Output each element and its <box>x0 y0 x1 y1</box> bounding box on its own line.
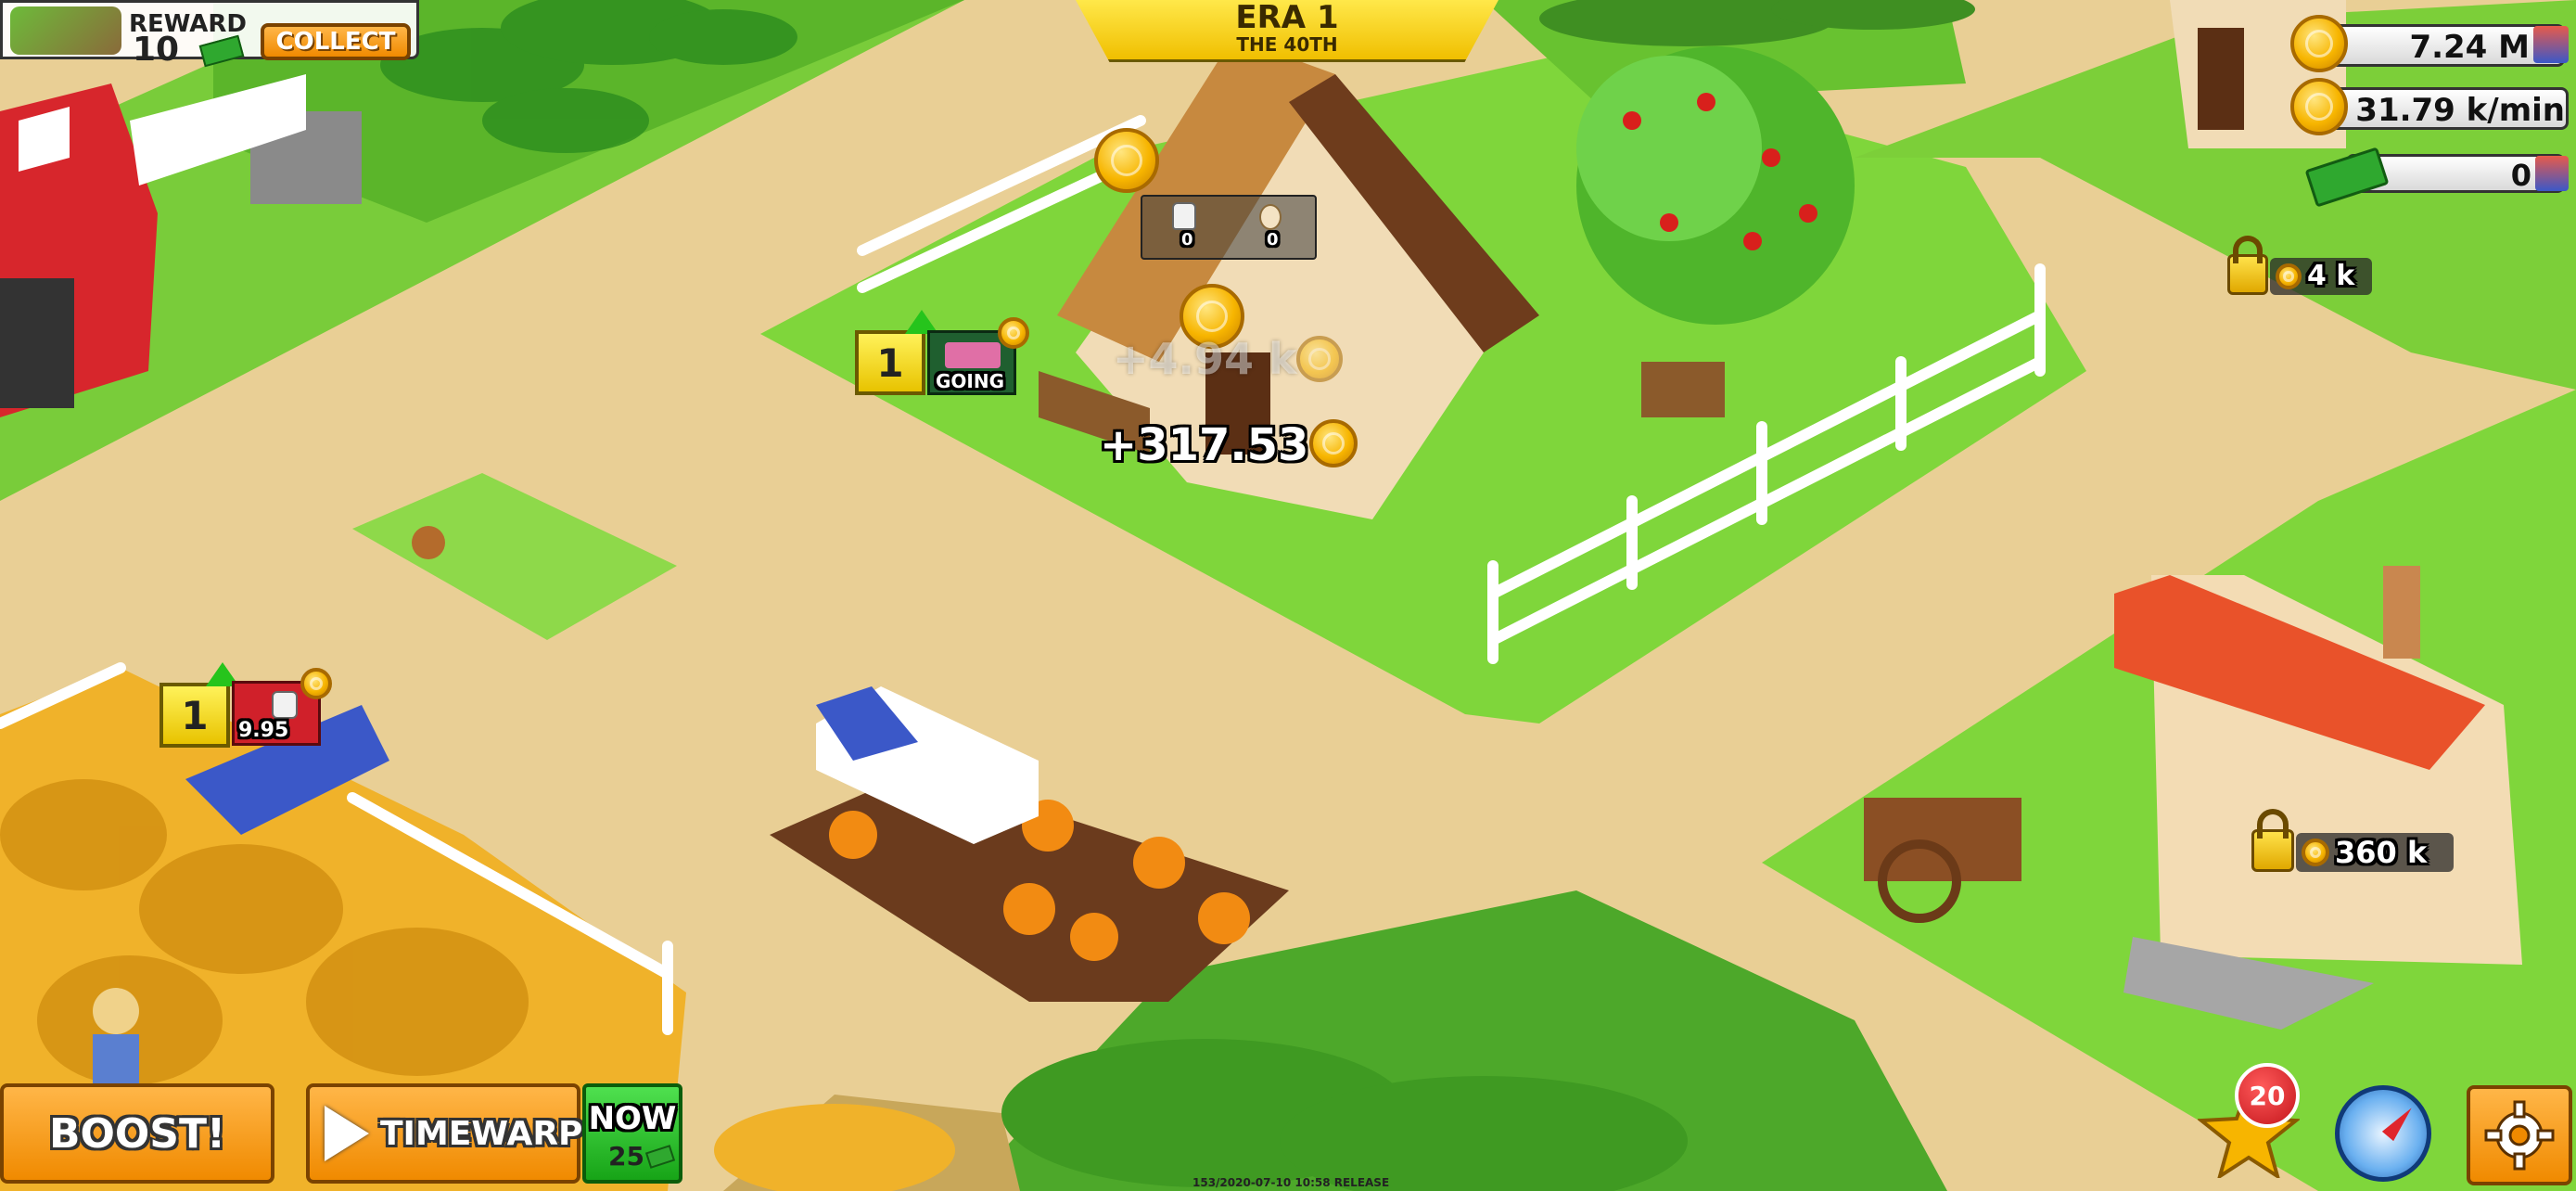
income-popup: +317.53 <box>1100 419 1309 471</box>
egg-icon <box>1259 204 1282 230</box>
wheat-level: 1 <box>181 692 209 738</box>
milk-icon <box>1172 202 1196 230</box>
income-rate-counter: 31.79 k/min <box>2290 78 2569 135</box>
notification-badge: 20 <box>2235 1063 2300 1128</box>
coin-icon <box>998 317 1029 349</box>
shop-icon <box>2535 156 2569 191</box>
coins-counter[interactable]: 7.24 M <box>2290 15 2569 72</box>
lock-price: 360 k <box>2335 835 2428 870</box>
now-label: NOW <box>588 1100 677 1137</box>
achievements-star-button[interactable]: 20 <box>2198 1063 2300 1178</box>
reward-panel: REWARD 10 COLLECT <box>0 0 419 69</box>
settings-button[interactable] <box>2467 1085 2572 1185</box>
compass-icon <box>2381 1103 2417 1142</box>
egg-count: 0 <box>1267 230 1279 250</box>
farm-scene <box>0 0 2576 1191</box>
collect-label: COLLECT <box>275 28 396 56</box>
cash-counter[interactable]: 0 <box>2304 147 2569 208</box>
cash-value: 0 <box>2510 158 2531 193</box>
collect-coin-icon[interactable] <box>1094 128 1159 193</box>
locked-plot-upper-right[interactable]: 4 k <box>2218 234 2404 304</box>
coin-icon <box>1296 336 1343 382</box>
farmhouse-level-badge[interactable]: 1 <box>855 330 925 395</box>
milk-count: 0 <box>1181 230 1193 250</box>
coins-value: 7.24 M <box>2409 29 2530 66</box>
gear-icon <box>2484 1100 2555 1171</box>
wheat-value: 9.95 <box>238 719 289 742</box>
coin-icon <box>2276 263 2302 289</box>
now-button[interactable]: NOW 25 <box>582 1083 682 1184</box>
coin-icon <box>300 668 332 699</box>
truck-icon <box>945 342 1001 368</box>
coin-icon <box>2302 839 2329 866</box>
income-rate-value: 31.79 k/min <box>2355 92 2565 129</box>
timewarp-button[interactable]: TIMEWARP! <box>306 1083 598 1184</box>
production-panel: 0 0 <box>1141 195 1317 260</box>
build-stamp: 153/2020-07-10 10:58 RELEASE <box>1192 1176 1390 1189</box>
coin-icon <box>1309 419 1358 467</box>
boost-button[interactable]: BOOST! <box>0 1083 274 1184</box>
era-title: ERA 1 <box>1235 0 1339 36</box>
coin-icon <box>2290 78 2348 135</box>
compass-button[interactable] <box>2335 1085 2431 1182</box>
lock-price: 4 k <box>2307 260 2355 292</box>
timewarp-label: TIMEWARP! <box>380 1114 598 1153</box>
farmhouse-status: GOING <box>936 370 1005 392</box>
era-subtitle: THE 40TH <box>1236 33 1338 56</box>
reward-farm-icon <box>10 6 121 55</box>
bank-icon <box>2533 26 2569 63</box>
cash-icon <box>644 1145 676 1169</box>
income-popup-faded: +4.94 k <box>1113 334 1297 384</box>
now-cost: 25 <box>608 1141 644 1172</box>
farmhouse-level: 1 <box>876 339 904 386</box>
reward-amount: 10 <box>133 31 180 69</box>
play-icon <box>325 1106 369 1161</box>
wheat-level-badge[interactable]: 1 <box>159 683 230 748</box>
notification-count: 20 <box>2249 1080 2286 1111</box>
collect-button[interactable]: COLLECT <box>261 23 411 60</box>
locked-plot-cottage[interactable]: 360 k <box>2242 807 2465 881</box>
coin-icon <box>2290 15 2348 72</box>
era-banner: ERA 1 THE 40TH <box>1076 0 1498 62</box>
boost-label: BOOST! <box>48 1109 226 1158</box>
milk-icon <box>272 691 298 719</box>
